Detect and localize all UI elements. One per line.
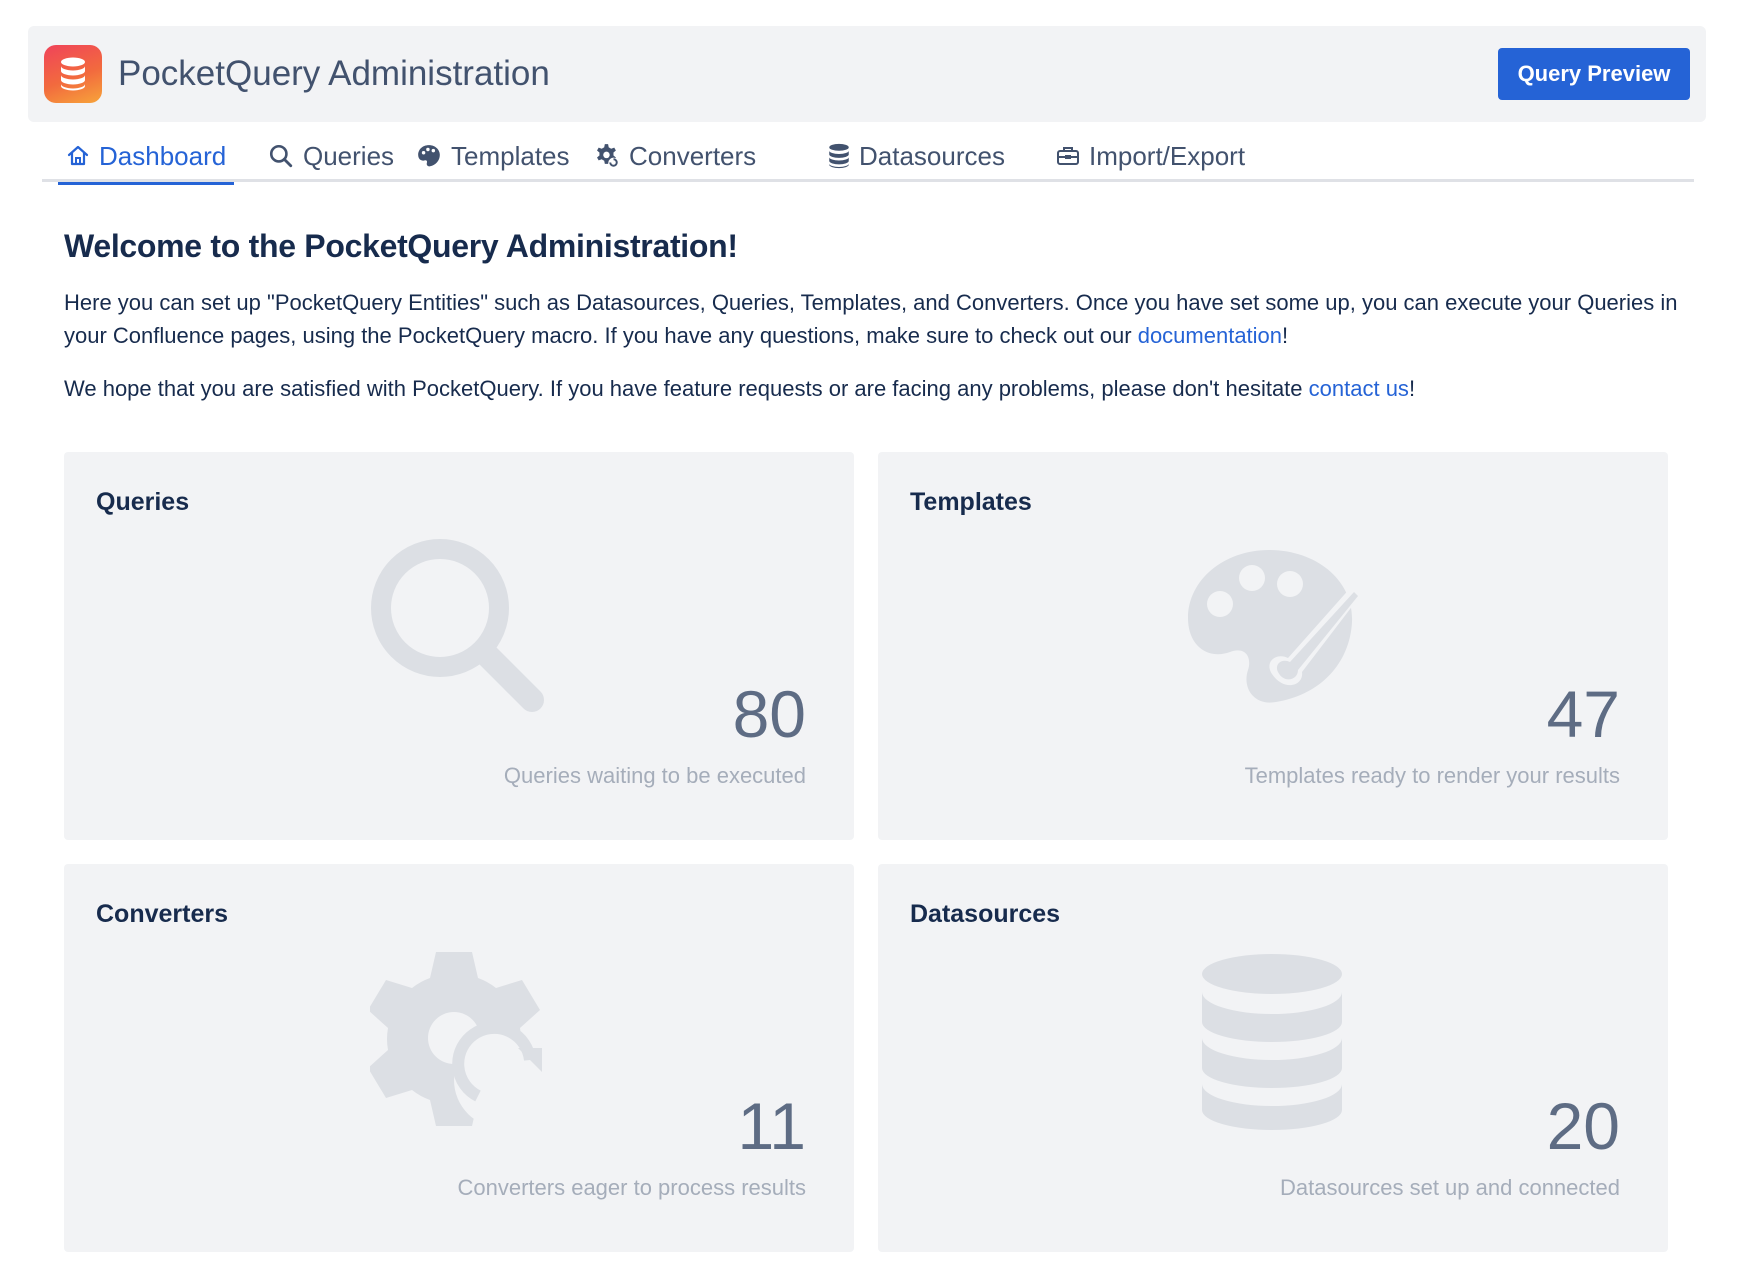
converters-card[interactable]: Converters 11 Converters eager to proces… bbox=[64, 864, 854, 1252]
page: PocketQuery Administration Query Preview… bbox=[0, 0, 1738, 1288]
card-title: Converters bbox=[96, 900, 228, 928]
feedback-paragraph: We hope that you are satisfied with Pock… bbox=[64, 372, 1684, 405]
card-title: Queries bbox=[96, 488, 190, 516]
queries-card[interactable]: Queries 80 Queries waiting to be execute… bbox=[64, 452, 854, 840]
palette-icon bbox=[1188, 550, 1364, 703]
card-count: 80 bbox=[732, 677, 806, 751]
card-caption: Templates ready to render your results bbox=[1244, 763, 1620, 788]
feedback-text: We hope that you are satisfied with Pock… bbox=[64, 376, 1309, 401]
card-count: 47 bbox=[1546, 677, 1620, 751]
datasources-card[interactable]: Datasources 20 Datasources set up and co… bbox=[878, 864, 1668, 1252]
tab-label: Queries bbox=[303, 140, 395, 171]
tab-label: Import/Export bbox=[1089, 140, 1246, 171]
tab-templates[interactable]: Templates bbox=[416, 130, 570, 182]
welcome-heading: Welcome to the PocketQuery Administratio… bbox=[64, 228, 738, 264]
tab-label: Dashboard bbox=[99, 140, 227, 171]
tab-label: Converters bbox=[629, 140, 757, 171]
intro-paragraph: Here you can set up "PocketQuery Entitie… bbox=[64, 286, 1684, 352]
nav-tabs: Dashboard Queries Templates Converters D… bbox=[42, 130, 1694, 185]
tab-queries[interactable]: Queries bbox=[268, 130, 394, 182]
tab-datasources[interactable]: Datasources bbox=[828, 130, 1005, 182]
card-count: 20 bbox=[1546, 1089, 1620, 1163]
tab-converters[interactable]: Converters bbox=[594, 130, 756, 182]
query-preview-button[interactable]: Query Preview bbox=[1498, 48, 1690, 100]
header-bar: PocketQuery Administration Query Preview bbox=[28, 26, 1706, 122]
toolbox-icon bbox=[1057, 147, 1079, 165]
search-icon bbox=[269, 144, 293, 168]
card-count: 11 bbox=[737, 1089, 806, 1163]
card-caption: Converters eager to process results bbox=[457, 1175, 807, 1200]
palette-icon bbox=[418, 145, 440, 167]
tab-label: Templates bbox=[451, 140, 570, 171]
documentation-link[interactable]: documentation bbox=[1138, 323, 1282, 348]
app-title: PocketQuery Administration bbox=[118, 54, 550, 93]
intro-text-end: ! bbox=[1282, 323, 1289, 348]
feedback-text-end: ! bbox=[1408, 376, 1416, 401]
contact-us-link[interactable]: contact us bbox=[1309, 376, 1409, 401]
card-caption: Datasources set up and connected bbox=[1279, 1175, 1620, 1200]
templates-card[interactable]: Templates 47 Templates ready to render y… bbox=[878, 452, 1668, 840]
tab-label: Datasources bbox=[859, 140, 1005, 171]
tab-import-export[interactable]: Import/Export bbox=[1056, 130, 1245, 182]
gear-refresh-icon bbox=[597, 144, 619, 168]
card-title: Templates bbox=[910, 488, 1032, 516]
database-icon bbox=[829, 143, 849, 169]
tab-dashboard[interactable]: Dashboard bbox=[57, 130, 235, 185]
card-caption: Queries waiting to be executed bbox=[503, 763, 806, 788]
intro-text: Here you can set up "PocketQuery Entitie… bbox=[64, 290, 1678, 348]
database-icon bbox=[1202, 954, 1342, 1130]
gear-refresh-icon bbox=[370, 952, 550, 1128]
home-icon bbox=[67, 145, 89, 166]
app-logo-database-icon bbox=[44, 45, 102, 103]
card-title: Datasources bbox=[910, 900, 1061, 928]
search-icon bbox=[371, 539, 544, 712]
